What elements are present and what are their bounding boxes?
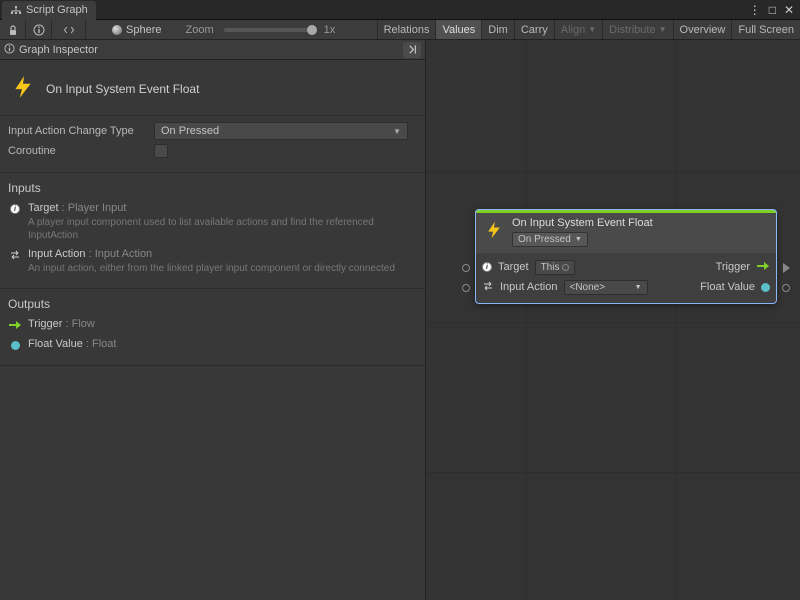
dim-button[interactable]: Dim (481, 20, 514, 39)
maximize-icon[interactable]: □ (769, 3, 776, 17)
window-controls: ⋮ □ ✕ (749, 3, 800, 17)
port-target-label: Target (498, 261, 529, 273)
inputs-heading: Inputs (0, 173, 425, 199)
sphere-label: Sphere (126, 24, 161, 36)
output-row-float: Float Value : Float (8, 335, 417, 355)
inspector-header: Graph Inspector (0, 40, 425, 60)
close-icon[interactable]: ✕ (784, 3, 794, 17)
zoom-label: Zoom (185, 24, 213, 36)
output-port-trigger[interactable] (781, 263, 791, 273)
swap-icon (8, 248, 22, 262)
outputs-heading: Outputs (0, 289, 425, 315)
bolt-icon (10, 74, 36, 103)
node-title: On Input System Event Float (46, 82, 199, 96)
target-field[interactable]: This (535, 260, 576, 275)
values-button[interactable]: Values (435, 20, 481, 39)
output-row-trigger: Trigger : Flow (8, 315, 417, 335)
overview-button[interactable]: Overview (673, 20, 732, 39)
graph-canvas[interactable]: On Input System Event Float On Pressed▼ … (426, 40, 800, 600)
carry-button[interactable]: Carry (514, 20, 554, 39)
graph-node[interactable]: On Input System Event Float On Pressed▼ … (476, 210, 776, 303)
port-action-label: Input Action (500, 281, 558, 293)
coroutine-checkbox[interactable] (154, 144, 168, 158)
sphere-button[interactable]: Sphere (108, 24, 165, 36)
swap-icon (482, 280, 494, 295)
fullscreen-button[interactable]: Full Screen (731, 20, 800, 39)
graph-inspector-panel: Graph Inspector On Input System Event Fl… (0, 40, 426, 600)
graph-node-title: On Input System Event Float (512, 217, 653, 229)
change-type-label: Input Action Change Type (8, 125, 154, 137)
input-port-action[interactable] (461, 283, 471, 293)
sphere-icon (112, 25, 122, 35)
output-port-float[interactable] (781, 283, 791, 293)
zoom-value: 1x (324, 24, 336, 36)
align-button[interactable]: Align▼ (554, 20, 602, 39)
info-icon: i (8, 202, 22, 216)
node-header: On Input System Event Float (0, 60, 425, 116)
inspector-title: Graph Inspector (19, 44, 98, 56)
toolbar: Sphere Zoom 1x Relations Values Dim Carr… (0, 20, 800, 40)
float-dot-icon (8, 338, 22, 352)
inputs-section: i Target : Player Input A player input c… (0, 199, 425, 289)
port-trigger-label: Trigger (716, 261, 750, 273)
flow-arrow-icon (756, 261, 770, 274)
tab-script-graph[interactable]: Script Graph (2, 1, 96, 20)
info-button[interactable] (26, 20, 52, 40)
tab-label: Script Graph (26, 4, 88, 16)
input-row-target: i Target : Player Input A player input c… (8, 199, 417, 245)
lock-button[interactable] (0, 20, 26, 40)
distribute-button[interactable]: Distribute▼ (602, 20, 672, 39)
zoom-slider[interactable] (224, 28, 312, 32)
node-properties: Input Action Change Type On Pressed▼ Cor… (0, 116, 425, 173)
info-icon: i (482, 262, 492, 272)
outputs-section: Trigger : Flow Float Value : Float (0, 315, 425, 366)
code-button[interactable] (52, 20, 86, 40)
flow-arrow-icon (8, 318, 22, 332)
graph-node-header: On Input System Event Float On Pressed▼ (476, 213, 776, 253)
input-row-action: Input Action : Input Action An input act… (8, 245, 417, 278)
collapse-button[interactable] (403, 42, 421, 58)
kebab-icon[interactable]: ⋮ (749, 3, 761, 17)
coroutine-label: Coroutine (8, 145, 154, 157)
float-dot-icon (761, 283, 770, 292)
input-port-target[interactable] (461, 263, 471, 273)
port-float-label: Float Value (700, 281, 755, 293)
graph-node-body: i Target This Trigger (476, 253, 776, 303)
change-type-dropdown[interactable]: On Pressed▼ (154, 122, 408, 140)
node-mode-dropdown[interactable]: On Pressed▼ (512, 232, 588, 247)
bolt-icon (484, 217, 504, 243)
relations-button[interactable]: Relations (377, 20, 436, 39)
window-titlebar: Script Graph ⋮ □ ✕ (0, 0, 800, 20)
graph-icon (10, 4, 22, 16)
action-field[interactable]: <None>▼ (564, 280, 648, 295)
info-icon (4, 43, 15, 57)
